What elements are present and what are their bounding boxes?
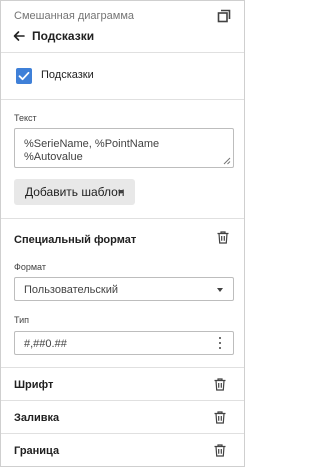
fill-section[interactable]: Заливка: [1, 401, 244, 434]
tooltip-text-textarea[interactable]: %SerieName, %PointName %Autovalue: [14, 128, 234, 168]
font-section-title: Шрифт: [14, 379, 54, 391]
special-format-title: Специальный формат: [14, 234, 137, 246]
textarea-line: %SerieName, %PointName: [24, 138, 160, 150]
caret-down-icon: [217, 288, 223, 292]
trash-icon[interactable]: [214, 378, 226, 391]
border-section[interactable]: Граница: [1, 434, 244, 466]
tooltips-toggle-section: Подсказки: [1, 53, 244, 100]
add-template-label: Добавить шаблон: [25, 185, 125, 199]
resize-grip-icon[interactable]: [223, 157, 231, 165]
format-label: Формат: [14, 262, 46, 272]
border-section-title: Граница: [14, 445, 60, 457]
arrow-left-icon: [13, 31, 25, 41]
type-input[interactable]: #,##0.##: [14, 331, 234, 355]
more-vertical-icon[interactable]: [218, 337, 222, 349]
textarea-line: %Autovalue: [24, 151, 83, 163]
checkmark-icon: [18, 71, 30, 81]
trash-icon[interactable]: [214, 444, 226, 457]
special-format-section: Специальный формат Формат Пользовательск…: [1, 219, 244, 368]
format-select[interactable]: Пользовательский: [14, 277, 234, 301]
app-title: Смешанная диаграмма: [14, 10, 135, 22]
type-label: Тип: [14, 315, 30, 325]
add-template-button[interactable]: Добавить шаблон: [14, 179, 135, 205]
format-select-value: Пользовательский: [24, 284, 118, 296]
caret-down-icon: [118, 190, 124, 194]
text-label: Текст: [14, 113, 37, 123]
font-section[interactable]: Шрифт: [1, 368, 244, 401]
fill-section-title: Заливка: [14, 412, 60, 424]
text-section: Текст %SerieName, %PointName %Autovalue …: [1, 100, 244, 219]
trash-icon[interactable]: [214, 411, 226, 424]
trash-icon[interactable]: [217, 231, 229, 244]
expand-icon[interactable]: [217, 9, 231, 23]
panel-header: Смешанная диаграмма Подсказки: [1, 1, 244, 53]
type-input-value: #,##0.##: [24, 338, 67, 350]
tooltips-checkbox[interactable]: [16, 68, 32, 84]
tooltips-checkbox-label: Подсказки: [41, 69, 94, 81]
back-button[interactable]: Подсказки: [12, 27, 94, 45]
panel-title: Подсказки: [32, 29, 95, 43]
tooltips-settings-panel: Смешанная диаграмма Подсказки Подсказки …: [0, 0, 245, 467]
